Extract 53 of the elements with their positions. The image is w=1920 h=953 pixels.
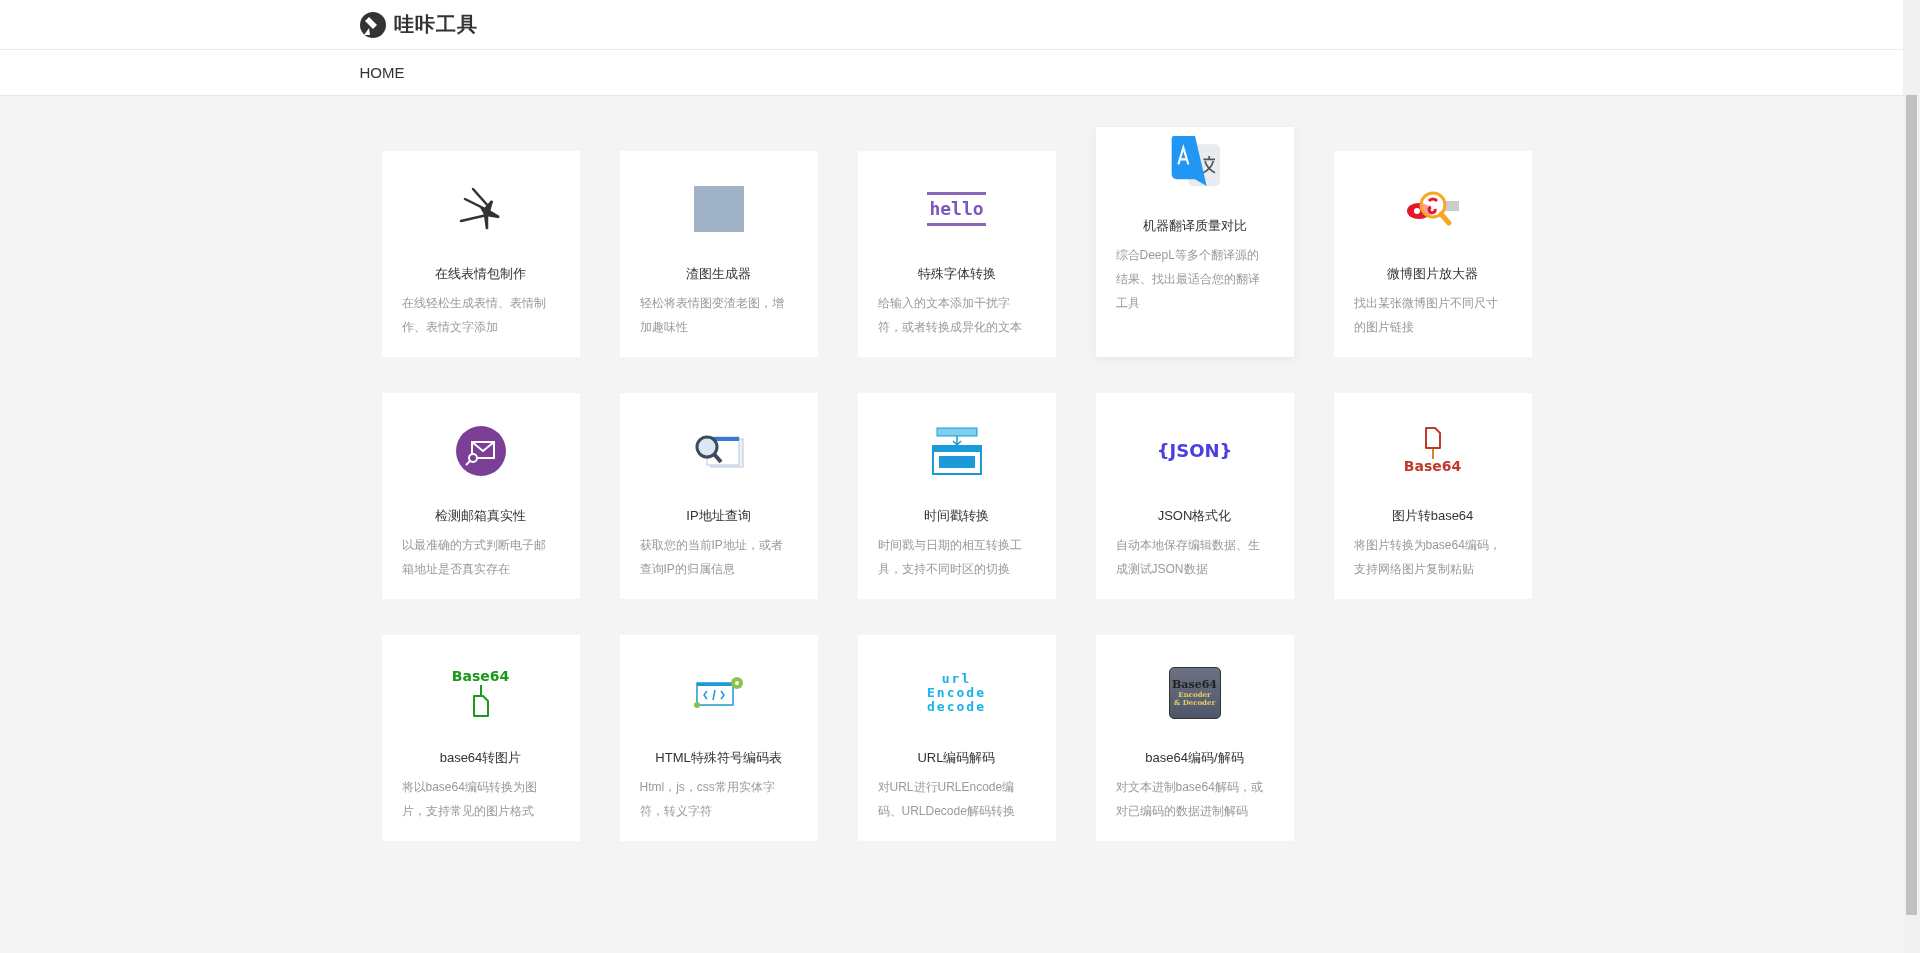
tool-description: 找出某张微博图片不同尺寸的图片链接	[1353, 295, 1499, 336]
tool-description: 以最准确的方式判断电子邮箱地址是否真实存在	[401, 537, 547, 578]
scrollbar-thumb[interactable]	[1906, 95, 1917, 915]
tool-title: 检测邮箱真实性	[434, 507, 527, 525]
tool-description: 在线轻松生成表情、表情制作、表情文字添加	[401, 295, 547, 336]
tool-description: 将图片转换为base64编码，支持网络图片复制粘贴	[1353, 537, 1502, 578]
tool-title: 特殊字体转换	[916, 265, 997, 283]
tool-card[interactable]: 机器翻译质量对比 综合DeepL等多个翻译源的结果、找出最适合您的翻译工具	[1095, 127, 1294, 357]
tool-title: 时间戳转换	[923, 507, 990, 525]
tool-title: 机器翻译质量对比	[1141, 217, 1248, 235]
tool-title: 在线表情包制作	[434, 265, 527, 283]
tool-title: IP地址查询	[685, 507, 752, 525]
photo-placeholder	[693, 186, 744, 232]
tool-title: 图片转base64	[1390, 507, 1475, 525]
tool-card[interactable]: 微博图片放大器 找出某张微博图片不同尺寸的图片链接	[1333, 151, 1532, 357]
tool-card[interactable]: 在线表情包制作 在线轻松生成表情、表情制作、表情文字添加	[381, 151, 580, 357]
nav-link[interactable]: HOME	[359, 64, 405, 81]
tool-title: base64转图片	[438, 749, 523, 767]
tool-description: 时间戳与日期的相互转换工具，支持不同时区的切换	[877, 537, 1023, 578]
tool-card[interactable]: {JSON} JSON格式化 自动本地保存编辑数据、生成测试JSON数据	[1095, 393, 1294, 599]
mail-search-icon	[455, 426, 506, 476]
tool-title: JSON格式化	[1156, 507, 1233, 525]
file-icon	[471, 694, 490, 717]
tool-card[interactable]: hello 特殊字体转换 给输入的文本添加干扰字符，或者转换成异化的文本	[857, 151, 1056, 357]
tool-card[interactable]: 检测邮箱真实性 以最准确的方式判断电子邮箱地址是否真实存在	[381, 393, 580, 599]
tool-title: base64编码/解码	[1144, 749, 1245, 767]
calendar-clock-icon	[930, 426, 983, 476]
tool-description: Html，js，css常用实体字符，转义字符	[639, 779, 776, 820]
tool-card[interactable]: IP地址查询 获取您的当前IP地址，或者查询IP的归属信息	[619, 393, 818, 599]
tool-title: 微博图片放大器	[1386, 265, 1479, 283]
logo-text: 哇咔工具	[393, 12, 478, 37]
tool-description: 自动本地保存编辑数据、生成测试JSON数据	[1115, 537, 1261, 578]
tool-card[interactable]: Base64 图片转base64 将图片转换为base64编码，支持网络图片复制粘贴	[1333, 393, 1532, 599]
tool-card[interactable]: HTML特殊符号编码表 Html，js，css常用实体字符，转义字符	[619, 635, 818, 841]
json-logo: {JSON}	[1156, 441, 1233, 461]
tool-title: HTML特殊符号编码表	[654, 749, 783, 767]
translate-icon	[1169, 136, 1220, 186]
tool-description: 对文本进制base64解码，或对已编码的数据进制解码	[1115, 779, 1264, 820]
tool-card[interactable]: url Encode decode URL编码解码 对URL进行URLEncode编码、URLDecode解码转换	[857, 635, 1056, 841]
tool-description: 对URL进行URLEncode编码、URLDecode解码转换	[877, 779, 1016, 820]
logo-icon	[359, 11, 386, 38]
file-icon	[1423, 427, 1442, 450]
tool-description: 轻松将表情图变渣老图，增加趣味性	[639, 295, 785, 336]
tool-description: 综合DeepL等多个翻译源的结果、找出最适合您的翻译工具	[1115, 247, 1261, 312]
tool-description: 给输入的文本添加干扰字符，或者转换成异化的文本	[877, 295, 1023, 336]
tool-title: URL编码解码	[916, 749, 997, 767]
tool-card[interactable]: Base64 base64转图片 将以base64编码转换为图片，支持常见的图片格式	[381, 635, 580, 841]
tool-card[interactable]: 渣图生成器 轻松将表情图变渣老图，增加趣味性	[619, 151, 818, 357]
tool-title: 渣图生成器	[685, 265, 752, 283]
tool-description: 获取您的当前IP地址，或者查询IP的归属信息	[639, 537, 784, 578]
tool-description: 将以base64编码转换为图片，支持常见的图片格式	[401, 779, 538, 820]
tool-card[interactable]: 时间戳转换 时间戳与日期的相互转换工具，支持不同时区的切换	[857, 393, 1056, 599]
url-encode-logo: url Encode decode	[927, 671, 986, 715]
